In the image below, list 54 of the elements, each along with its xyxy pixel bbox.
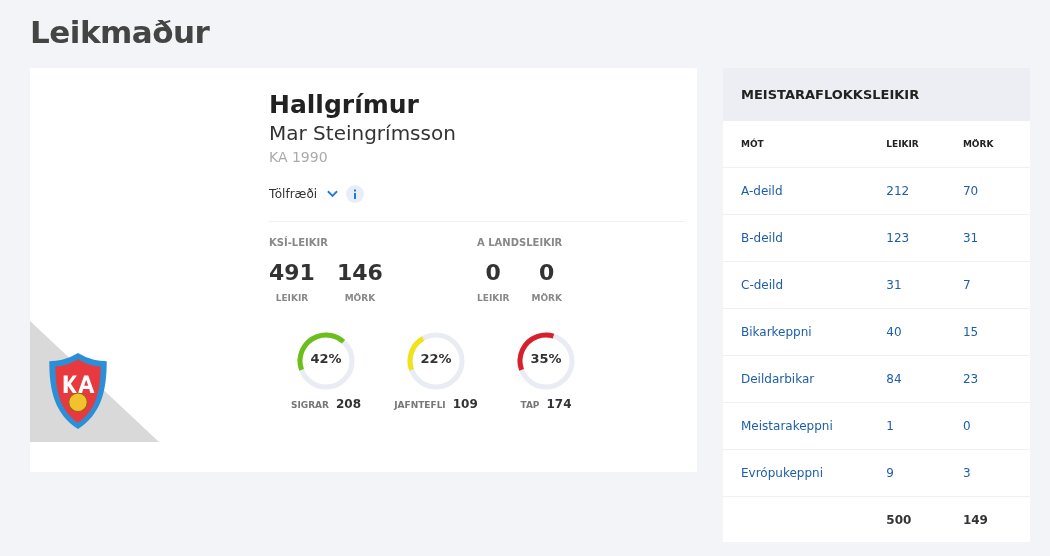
page-title: Leikmaður — [30, 14, 211, 50]
result-count: 109 — [452, 397, 478, 411]
stat-value: 146 — [336, 260, 383, 285]
stat-label: LEIKIR — [477, 293, 510, 303]
table-cell-text: 31 — [886, 278, 903, 292]
result-label: TAP — [520, 400, 540, 410]
stat-value: 0 — [485, 260, 501, 285]
ring-percent: 35% — [529, 351, 563, 366]
info-icon[interactable] — [346, 185, 365, 203]
table-cell-text: 23 — [962, 372, 980, 386]
player-first-name: Hallgrímur — [269, 90, 420, 119]
table-cell-text: 40 — [886, 325, 903, 339]
stats-dropdown[interactable]: Tölfræði — [269, 187, 339, 201]
table-cell-text: 84 — [886, 372, 903, 386]
competition-link[interactable]: Deildarbikar — [741, 372, 887, 386]
table-cell-text: 1 — [886, 419, 895, 433]
stat-value: 491 — [269, 260, 315, 285]
table-cell-text: 0 — [962, 419, 972, 433]
result-count: 208 — [336, 397, 362, 411]
stat-value: 0 — [539, 260, 555, 285]
club-year: KA 1990 — [269, 149, 329, 165]
column-header: LEIKIR — [886, 139, 920, 149]
competition-link[interactable]: Bikarkeppni — [741, 325, 887, 339]
player-last-name: Mar Steingrímsson — [269, 121, 457, 145]
column-header: MÓT — [741, 139, 765, 149]
ring-percent: 42% — [309, 351, 343, 366]
chevron-down-icon — [327, 190, 339, 198]
table-cell-text: 31 — [962, 231, 980, 245]
total-cell-text: 500 — [886, 513, 913, 527]
total-cell-text: 149 — [962, 513, 989, 527]
stat-label: MÖRK — [344, 293, 376, 303]
ring-percent: 22% — [419, 351, 453, 366]
table-cell-text: 123 — [886, 231, 911, 245]
table-cell-text: 15 — [962, 325, 980, 339]
competition-link[interactable]: C-deild — [741, 278, 887, 292]
table-cell-text: 3 — [962, 466, 972, 480]
competition-link[interactable]: Evrópukeppni — [741, 466, 887, 480]
competition-link[interactable]: A-deild — [741, 184, 887, 198]
column-header: MÖRK — [962, 139, 995, 149]
result-count: 174 — [546, 397, 572, 411]
table-cell-text: 212 — [886, 184, 911, 198]
stat-label: MÖRK — [531, 293, 562, 303]
result-label: SIGRAR — [290, 400, 329, 410]
table-title: MEISTARAFLOKKSLEIKIR — [723, 68, 1030, 121]
table-cell-text: 70 — [962, 184, 980, 198]
result-label: JAFNTEFLI — [394, 400, 446, 410]
competition-link[interactable]: B-deild — [741, 231, 887, 245]
stat-group-title: KSÍ-LEIKIR — [269, 237, 329, 248]
club-crest-icon — [47, 351, 109, 431]
stat-label: LEIKIR — [275, 293, 309, 303]
competition-link[interactable]: Meistarakeppni — [741, 419, 887, 433]
table-cell-text: 7 — [962, 278, 972, 292]
table-cell-text: 9 — [886, 466, 895, 480]
stat-group-title: A LANDSLEIKIR — [477, 237, 564, 248]
